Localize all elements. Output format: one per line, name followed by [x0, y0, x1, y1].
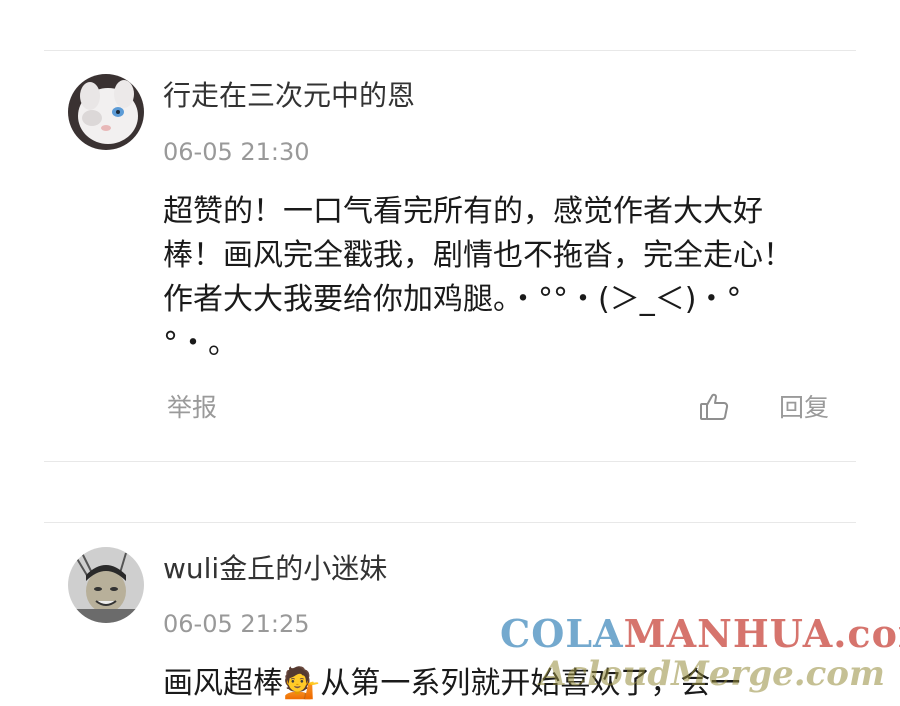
- username[interactable]: 行走在三次元中的恩: [163, 80, 415, 112]
- report-button[interactable]: 举报: [167, 393, 217, 423]
- username[interactable]: wuli金丘的小迷妹: [163, 553, 387, 585]
- thumbs-up-icon[interactable]: [699, 392, 729, 422]
- comment-divider: [44, 522, 856, 523]
- watermark-manhua: MANHUA: [623, 611, 834, 656]
- comment-body: 画风超棒💁从第一系列就开始喜欢了，会一: [163, 666, 741, 701]
- user-avatar[interactable]: [68, 547, 144, 623]
- user-avatar[interactable]: [68, 74, 144, 150]
- watermark-com: .com: [833, 611, 900, 656]
- cartoon-face-avatar-icon: [68, 547, 144, 623]
- comment-timestamp: 06-05 21:25: [163, 610, 310, 638]
- white-cat-avatar-icon: [68, 74, 144, 150]
- top-divider: [44, 50, 856, 51]
- watermark-cola: COLA: [500, 611, 624, 656]
- comment-body: 超赞的！一口气看完所有的，感觉作者大大好棒！画风完全戳我，剧情也不拖沓，完全走心…: [163, 194, 793, 361]
- comment-timestamp: 06-05 21:30: [163, 138, 310, 166]
- comment-divider: [44, 461, 856, 462]
- reply-button[interactable]: 回复: [779, 393, 829, 423]
